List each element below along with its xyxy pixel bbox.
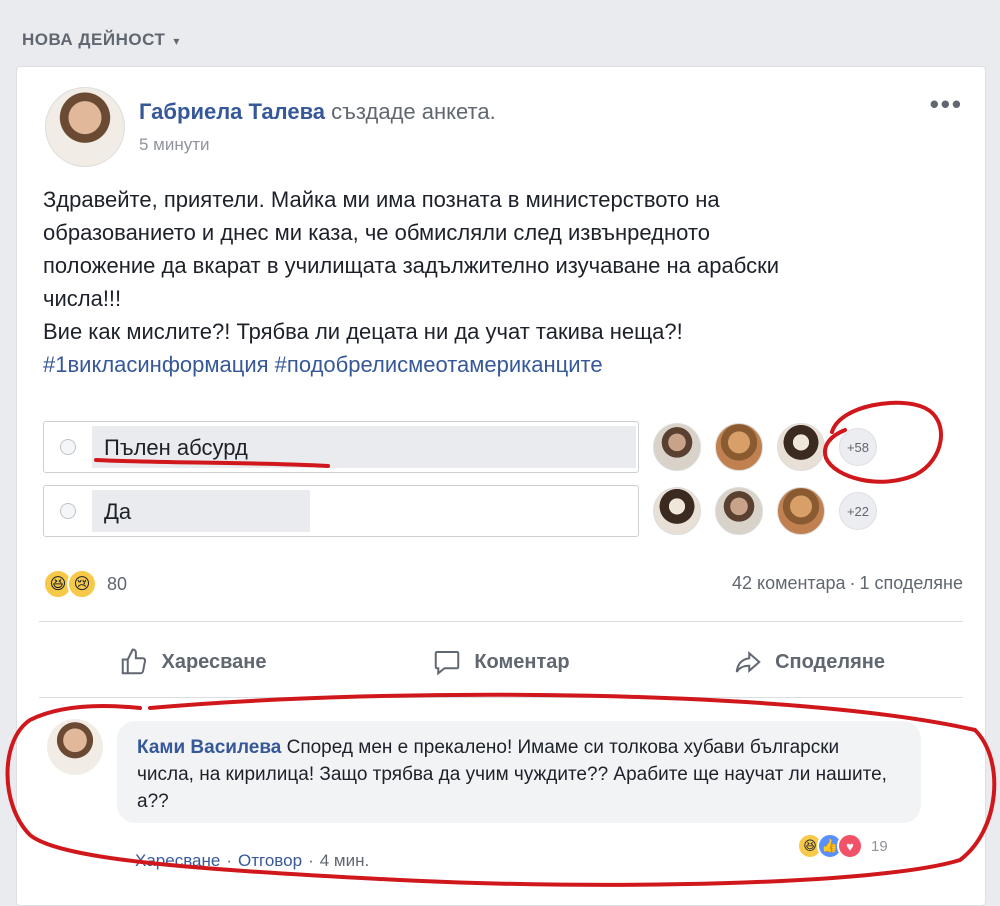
comment-button[interactable]: Коментар bbox=[347, 639, 655, 685]
commenter-avatar[interactable] bbox=[47, 719, 103, 775]
more-voters-badge[interactable]: +22 bbox=[839, 492, 877, 530]
comment-bubble: Ками Василева Според мен е прекалено! Им… bbox=[117, 721, 921, 823]
shares-count-link[interactable]: 1 споделяне bbox=[860, 573, 964, 593]
poll-voters-1[interactable]: +58 bbox=[653, 421, 877, 473]
like-label: Харесване bbox=[161, 650, 267, 673]
separator-dot: · bbox=[226, 851, 233, 870]
post-hashtags[interactable]: #1викласинформация #подобрелисмеотамерик… bbox=[43, 348, 963, 381]
sad-icon: 😢 bbox=[67, 569, 97, 599]
poll-option-label: Пълен абсурд bbox=[104, 435, 248, 460]
voter-avatar[interactable] bbox=[715, 487, 763, 535]
caret-down-icon[interactable]: ▾ bbox=[173, 34, 180, 48]
author-line: Габриела Талева създаде анкета. bbox=[139, 99, 496, 125]
post-text-line: образованието и днес ми каза, че обмисля… bbox=[43, 220, 710, 245]
share-label: Споделяне bbox=[775, 650, 885, 673]
post-text-line: Вие как мислите?! Трябва ли децата ни да… bbox=[43, 319, 683, 344]
comment-reactions[interactable]: 😆 👍 ♥ 19 bbox=[791, 831, 894, 861]
poll-option-label: Да bbox=[104, 499, 132, 524]
comment-label: Коментар bbox=[474, 650, 570, 673]
separator-dot: · bbox=[849, 573, 856, 593]
radio-button-icon[interactable] bbox=[60, 439, 76, 455]
author-avatar[interactable] bbox=[45, 87, 125, 167]
voter-avatar[interactable] bbox=[653, 487, 701, 535]
speech-bubble-icon bbox=[435, 651, 460, 676]
comment-timestamp[interactable]: 4 мин. bbox=[320, 851, 369, 870]
post-stats: 42 коментара · 1 споделяне bbox=[732, 573, 963, 594]
comment-reply-link[interactable]: Отговор bbox=[238, 851, 302, 870]
divider bbox=[39, 621, 963, 622]
post-timestamp[interactable]: 5 минути bbox=[139, 135, 210, 155]
post-action-text: създаде анкета. bbox=[331, 99, 496, 124]
share-button[interactable]: Споделяне bbox=[655, 639, 963, 685]
post-actions-bar: Харесване Коментар Споделяне bbox=[39, 639, 963, 685]
poll-voters-2[interactable]: +22 bbox=[653, 485, 877, 537]
comment-meta: Харесване · Отговор · 4 мин. bbox=[135, 851, 369, 871]
author-name-link[interactable]: Габриела Талева bbox=[139, 99, 325, 124]
comments-count-link[interactable]: 42 коментара bbox=[732, 573, 846, 593]
comment-reaction-count: 19 bbox=[871, 837, 888, 855]
thumbs-up-outline-icon bbox=[122, 648, 147, 675]
more-voters-badge[interactable]: +58 bbox=[839, 428, 877, 466]
share-arrow-icon bbox=[735, 651, 761, 673]
voter-avatar[interactable] bbox=[777, 487, 825, 535]
separator-dot: · bbox=[308, 851, 314, 870]
reaction-count[interactable]: 80 bbox=[107, 574, 127, 595]
post-reactions[interactable]: 😆 😢 80 bbox=[43, 569, 127, 599]
poll-option-1[interactable]: Пълен абсурд bbox=[43, 421, 639, 473]
post-card: Габриела Талева създаде анкета. 5 минути… bbox=[16, 66, 986, 906]
voter-avatar[interactable] bbox=[653, 423, 701, 471]
more-options-icon[interactable]: ••• bbox=[930, 89, 963, 120]
commenter-name-link[interactable]: Ками Василева bbox=[137, 737, 281, 758]
post-text-line: положение да вкарат в училищата задължит… bbox=[43, 253, 779, 278]
post-text-line: числа!!! bbox=[43, 286, 122, 311]
divider bbox=[39, 697, 963, 698]
love-icon: ♥ bbox=[837, 833, 863, 859]
like-button[interactable]: Харесване bbox=[39, 639, 347, 685]
radio-button-icon[interactable] bbox=[60, 503, 76, 519]
post-body: Здравейте, приятели. Майка ми има познат… bbox=[43, 183, 963, 381]
poll-option-2[interactable]: Да bbox=[43, 485, 639, 537]
comment-like-link[interactable]: Харесване bbox=[135, 851, 220, 870]
voter-avatar[interactable] bbox=[777, 423, 825, 471]
news-feed-title: НОВА ДЕЙНОСТ bbox=[22, 30, 166, 49]
voter-avatar[interactable] bbox=[715, 423, 763, 471]
news-feed-header[interactable]: НОВА ДЕЙНОСТ ▾ bbox=[22, 30, 180, 50]
post-text-line: Здравейте, приятели. Майка ми има познат… bbox=[43, 187, 720, 212]
